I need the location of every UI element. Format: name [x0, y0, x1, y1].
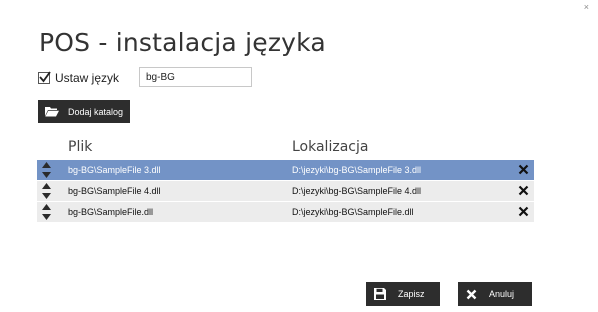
cancel-button[interactable]: Anuluj [458, 282, 532, 306]
file-name: bg-BG\SampleFile 3.dll [68, 165, 161, 175]
reorder-arrows-icon[interactable] [42, 162, 51, 178]
checkmark-icon [39, 71, 51, 83]
language-code-input[interactable] [139, 67, 252, 87]
column-header-location: Lokalizacja [292, 139, 369, 155]
close-icon [466, 289, 477, 299]
set-language-checkbox[interactable] [38, 71, 51, 84]
files-table: bg-BG\SampleFile 3.dll D:\jezyki\bg-BG\S… [37, 160, 534, 223]
reorder-arrows-icon[interactable] [42, 183, 51, 199]
delete-row-icon[interactable] [518, 164, 529, 175]
add-catalog-button[interactable]: Dodaj katalog [38, 100, 130, 123]
window-close-button[interactable]: × [584, 2, 589, 12]
add-catalog-label: Dodaj katalog [68, 106, 124, 117]
column-header-file: Plik [68, 139, 93, 155]
reorder-arrows-icon[interactable] [42, 204, 51, 220]
save-button[interactable]: Zapisz [366, 282, 440, 306]
cancel-label: Anuluj [489, 289, 515, 299]
file-location: D:\jezyki\bg-BG\SampleFile 4.dll [292, 186, 422, 196]
page-title: POS - instalacja języka [39, 28, 326, 57]
file-name: bg-BG\SampleFile 4.dll [68, 186, 161, 196]
set-language-label: Ustaw język [55, 71, 120, 85]
delete-row-icon[interactable] [518, 185, 529, 196]
delete-row-icon[interactable] [518, 206, 529, 217]
file-location: D:\jezyki\bg-BG\SampleFile 3.dll [292, 165, 422, 175]
save-label: Zapisz [398, 289, 425, 299]
floppy-disk-icon [374, 288, 386, 300]
file-name: bg-BG\SampleFile.dll [68, 207, 154, 217]
folder-open-icon [45, 107, 59, 117]
table-row[interactable]: bg-BG\SampleFile 3.dll D:\jezyki\bg-BG\S… [37, 160, 534, 180]
file-location: D:\jezyki\bg-BG\SampleFile.dll [292, 207, 414, 217]
set-language-row: Ustaw język [38, 67, 119, 89]
table-row[interactable]: bg-BG\SampleFile 4.dll D:\jezyki\bg-BG\S… [37, 181, 534, 201]
table-row[interactable]: bg-BG\SampleFile.dll D:\jezyki\bg-BG\Sam… [37, 202, 534, 222]
